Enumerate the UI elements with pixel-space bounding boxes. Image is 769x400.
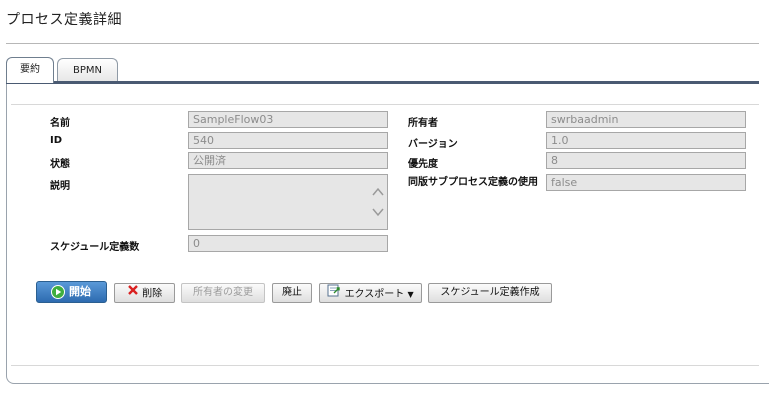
tab-bpmn-label: BPMN (73, 65, 102, 76)
change-owner-button-label: 所有者の変更 (193, 287, 253, 298)
export-icon (327, 284, 341, 304)
description-label: 説明 (50, 181, 70, 192)
owner-label: 所有者 (408, 118, 438, 129)
page-title: プロセス定義詳細 (6, 12, 122, 28)
create-schedule-button[interactable]: スケジュール定義作成 (428, 283, 552, 303)
change-owner-button[interactable]: 所有者の変更 (181, 283, 265, 303)
abolish-button[interactable]: 廃止 (272, 283, 312, 303)
schedule-count-field[interactable]: 0 (188, 235, 388, 252)
same-version-subprocess-field[interactable]: false (546, 174, 746, 191)
status-label: 状態 (50, 159, 70, 170)
scroll-down-arrow-icon (372, 208, 384, 217)
tab-summary[interactable]: 要約 (6, 57, 54, 83)
export-button-label: エクスポート (344, 289, 405, 300)
description-textarea[interactable] (188, 174, 388, 230)
priority-field[interactable]: 8 (546, 152, 746, 169)
export-button[interactable]: エクスポート ▼ (319, 283, 422, 303)
tab-summary-label: 要約 (20, 64, 40, 75)
version-label: バージョン (408, 139, 458, 150)
textarea-scrollbar[interactable] (370, 176, 386, 228)
same-version-subprocess-label: 同版サブプロセス定義の使用 (408, 177, 538, 188)
id-label: ID (50, 135, 63, 146)
red-x-icon (127, 284, 139, 303)
delete-button-label: 削除 (142, 288, 163, 300)
status-field[interactable]: 公開済 (188, 152, 388, 169)
id-field[interactable]: 540 (188, 132, 388, 149)
delete-button[interactable]: 削除 (114, 283, 175, 303)
owner-field[interactable]: swrbaadmin (546, 111, 746, 128)
create-schedule-button-label: スケジュール定義作成 (440, 287, 540, 298)
schedule-count-label: スケジュール定義数 (50, 242, 140, 253)
dropdown-arrow-icon: ▼ (407, 290, 414, 299)
version-field[interactable]: 1.0 (546, 132, 746, 149)
scroll-up-arrow-icon (372, 187, 384, 196)
start-button-label: 開始 (69, 285, 91, 298)
tab-bpmn[interactable]: BPMN (57, 58, 118, 82)
name-label: 名前 (50, 118, 70, 129)
start-button[interactable]: 開始 (36, 281, 107, 303)
abolish-button-label: 廃止 (282, 287, 302, 298)
name-field[interactable]: SampleFlow03 (188, 111, 388, 128)
tab-strip (6, 81, 759, 84)
priority-label: 優先度 (408, 159, 438, 170)
play-icon (51, 285, 65, 306)
title-divider (6, 43, 759, 44)
